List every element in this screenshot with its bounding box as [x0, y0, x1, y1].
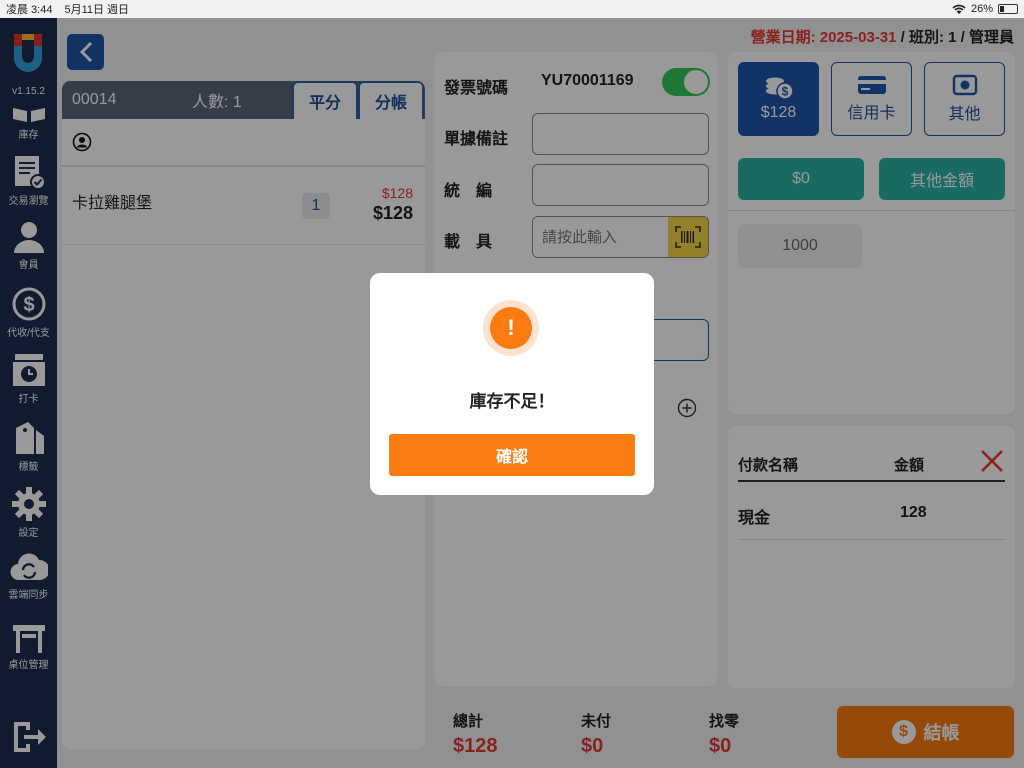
confirm-button[interactable]: 確認: [389, 434, 635, 476]
battery-percent: 26%: [970, 3, 993, 15]
exclamation-icon: !: [483, 300, 539, 356]
battery-icon: [998, 4, 1018, 14]
wifi-icon: [952, 4, 966, 14]
alert-dialog: ! 庫存不足！ 確認: [370, 273, 654, 495]
status-bar: 凌晨 3:44 5月11日 週日 26%: [0, 0, 1024, 18]
dialog-message: 庫存不足！: [469, 392, 555, 411]
status-time: 凌晨 3:44: [6, 4, 53, 16]
status-date: 5月11日 週日: [64, 4, 130, 16]
